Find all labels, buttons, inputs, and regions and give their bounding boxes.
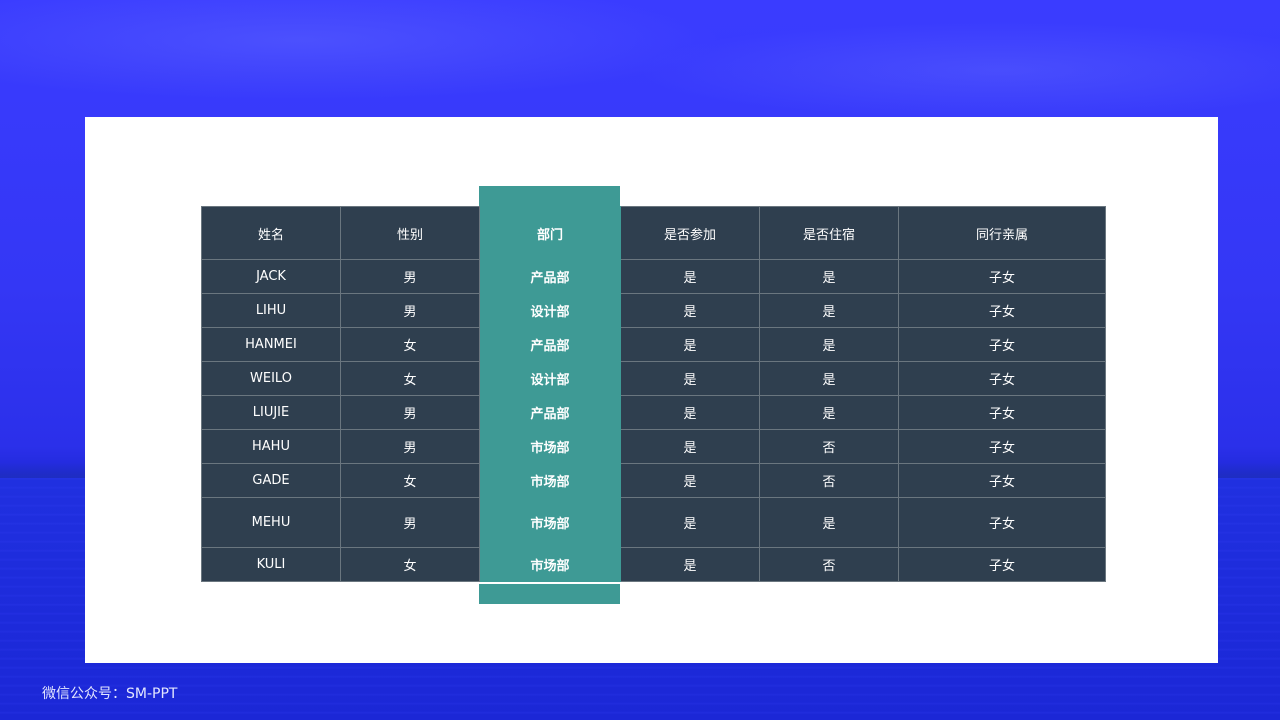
cell-accommodation: 是 xyxy=(759,293,899,328)
attendee-table: 姓名 性别 部门 是否参加 是否住宿 同行亲属 JACK 男 产品部 是 是 子… xyxy=(201,206,1106,582)
cell-gender: 女 xyxy=(340,361,480,396)
table-row: GADE 女 市场部 是 否 子女 xyxy=(201,463,1106,498)
table-row: WEILO 女 设计部 是 是 子女 xyxy=(201,361,1106,396)
cell-name: LIHU xyxy=(201,293,341,328)
cell-relatives: 子女 xyxy=(898,327,1106,362)
cell-name: MEHU xyxy=(201,497,341,548)
header-relatives: 同行亲属 xyxy=(898,206,1106,260)
cell-department: 市场部 xyxy=(479,497,621,548)
header-name: 姓名 xyxy=(201,206,341,260)
table-row: LIUJIE 男 产品部 是 是 子女 xyxy=(201,395,1106,430)
table-row: HANMEI 女 产品部 是 是 子女 xyxy=(201,327,1106,362)
cell-relatives: 子女 xyxy=(898,547,1106,582)
cell-accommodation: 否 xyxy=(759,429,899,464)
cell-attending: 是 xyxy=(620,361,760,396)
cell-relatives: 子女 xyxy=(898,293,1106,328)
cell-department: 市场部 xyxy=(479,547,621,582)
cell-department: 产品部 xyxy=(479,327,621,362)
cell-name: HANMEI xyxy=(201,327,341,362)
cell-accommodation: 否 xyxy=(759,547,899,582)
cell-attending: 是 xyxy=(620,327,760,362)
cell-relatives: 子女 xyxy=(898,429,1106,464)
cell-gender: 男 xyxy=(340,259,480,294)
table-row: KULI 女 市场部 是 否 子女 xyxy=(201,547,1106,582)
cell-accommodation: 否 xyxy=(759,463,899,498)
cell-relatives: 子女 xyxy=(898,361,1106,396)
cell-department: 市场部 xyxy=(479,463,621,498)
cell-gender: 男 xyxy=(340,429,480,464)
cell-accommodation: 是 xyxy=(759,361,899,396)
cell-name: GADE xyxy=(201,463,341,498)
cell-name: LIUJIE xyxy=(201,395,341,430)
cell-department: 设计部 xyxy=(479,293,621,328)
cell-name: KULI xyxy=(201,547,341,582)
cell-attending: 是 xyxy=(620,463,760,498)
cell-gender: 女 xyxy=(340,463,480,498)
cell-department: 产品部 xyxy=(479,259,621,294)
cell-relatives: 子女 xyxy=(898,497,1106,548)
cell-name: WEILO xyxy=(201,361,341,396)
cell-attending: 是 xyxy=(620,497,760,548)
cell-department: 设计部 xyxy=(479,361,621,396)
cell-accommodation: 是 xyxy=(759,395,899,430)
cell-name: JACK xyxy=(201,259,341,294)
cell-gender: 女 xyxy=(340,327,480,362)
cell-relatives: 子女 xyxy=(898,259,1106,294)
header-gender: 性别 xyxy=(340,206,480,260)
cell-gender: 男 xyxy=(340,293,480,328)
cell-department: 市场部 xyxy=(479,429,621,464)
cell-attending: 是 xyxy=(620,547,760,582)
cell-gender: 男 xyxy=(340,497,480,548)
dept-column-top-extension xyxy=(479,186,620,206)
header-attending: 是否参加 xyxy=(620,206,760,260)
dept-column-bottom-extension xyxy=(479,584,620,604)
cell-relatives: 子女 xyxy=(898,395,1106,430)
cell-attending: 是 xyxy=(620,429,760,464)
table-row: LIHU 男 设计部 是 是 子女 xyxy=(201,293,1106,328)
table-header-row: 姓名 性别 部门 是否参加 是否住宿 同行亲属 xyxy=(201,206,1106,260)
cell-relatives: 子女 xyxy=(898,463,1106,498)
cell-name: HAHU xyxy=(201,429,341,464)
cell-accommodation: 是 xyxy=(759,259,899,294)
cell-accommodation: 是 xyxy=(759,327,899,362)
cell-attending: 是 xyxy=(620,293,760,328)
header-accommodation: 是否住宿 xyxy=(759,206,899,260)
slide-background: 姓名 性别 部门 是否参加 是否住宿 同行亲属 JACK 男 产品部 是 是 子… xyxy=(0,0,1280,720)
footer-credit: 微信公众号：SM-PPT xyxy=(42,686,178,702)
header-department: 部门 xyxy=(479,206,621,260)
table-row: HAHU 男 市场部 是 否 子女 xyxy=(201,429,1106,464)
table-row: JACK 男 产品部 是 是 子女 xyxy=(201,259,1106,294)
cell-attending: 是 xyxy=(620,259,760,294)
cell-gender: 女 xyxy=(340,547,480,582)
table-row: MEHU 男 市场部 是 是 子女 xyxy=(201,497,1106,548)
cell-attending: 是 xyxy=(620,395,760,430)
cell-department: 产品部 xyxy=(479,395,621,430)
cell-gender: 男 xyxy=(340,395,480,430)
cell-accommodation: 是 xyxy=(759,497,899,548)
